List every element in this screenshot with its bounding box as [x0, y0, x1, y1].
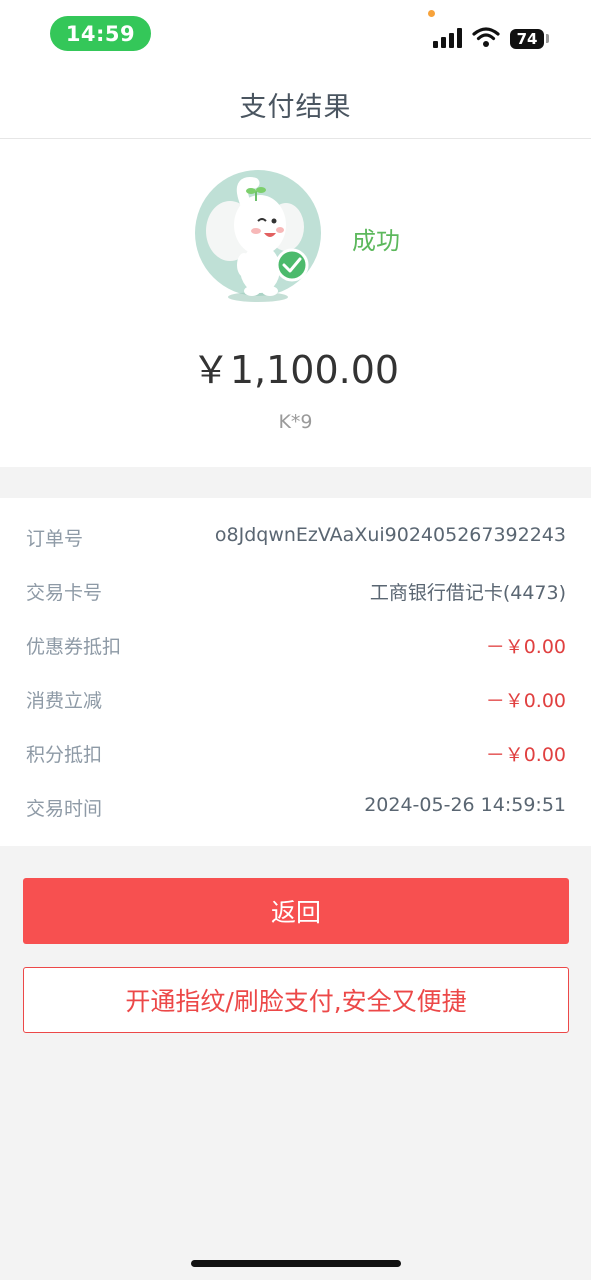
payment-result-card: 成功 ￥1,100.00 K*9: [0, 139, 591, 467]
detail-label: 交易时间: [26, 798, 103, 820]
wifi-icon: [472, 27, 500, 47]
detail-row-order-number: 订单号 o8JdqwnEzVAaXui902405267392243: [26, 524, 566, 554]
detail-label: 订单号: [26, 528, 84, 550]
home-indicator[interactable]: [191, 1260, 401, 1267]
detail-label: 优惠券抵扣: [26, 636, 122, 658]
privacy-indicator-dot: [428, 10, 435, 17]
detail-value: o8JdqwnEzVAaXui902405267392243: [214, 524, 566, 546]
battery-cap: [546, 34, 549, 43]
detail-value: －￥0.00: [485, 690, 566, 712]
transaction-details: 订单号 o8JdqwnEzVAaXui902405267392243 交易卡号 …: [0, 498, 591, 846]
detail-value: 工商银行借记卡(4473): [369, 582, 566, 604]
detail-row-time: 交易时间 2024-05-26 14:59:51: [26, 794, 566, 824]
detail-label: 交易卡号: [26, 582, 103, 604]
battery-icon: 74: [510, 29, 544, 49]
detail-row-discount: 消费立减 －￥0.00: [26, 686, 566, 716]
elephant-mascot-success-icon: [195, 170, 321, 302]
back-button[interactable]: 返回: [23, 878, 569, 944]
status-time: 14:59: [50, 16, 151, 51]
status-bar: 14:59 74: [0, 0, 591, 70]
detail-label: 积分抵扣: [26, 744, 103, 766]
merchant-name: K*9: [278, 411, 313, 433]
payment-status: 成功: [352, 227, 400, 255]
page-title: 支付结果: [239, 91, 352, 123]
detail-value: －￥0.00: [485, 636, 566, 658]
detail-label: 消费立减: [26, 690, 103, 712]
payment-amount: ￥1,100.00: [191, 348, 400, 392]
enable-biometric-pay-button[interactable]: 开通指纹/刷脸支付,安全又便捷: [23, 967, 569, 1033]
signal-icon: [433, 28, 462, 48]
detail-row-card: 交易卡号 工商银行借记卡(4473): [26, 578, 566, 608]
nav-bar: 支付结果: [0, 70, 591, 139]
detail-value: －￥0.00: [485, 744, 566, 766]
detail-row-coupon: 优惠券抵扣 －￥0.00: [26, 632, 566, 662]
detail-row-points: 积分抵扣 －￥0.00: [26, 740, 566, 770]
detail-value: 2024-05-26 14:59:51: [364, 794, 566, 816]
